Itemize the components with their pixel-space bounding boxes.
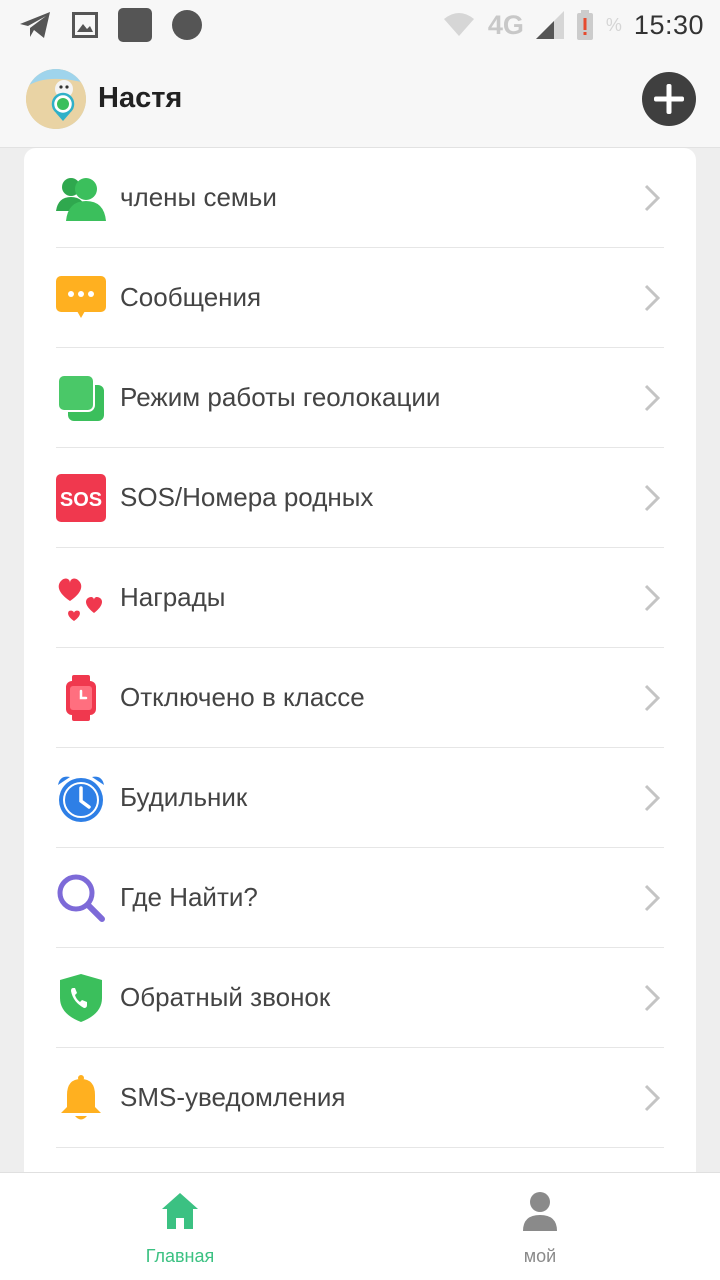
telegram-icon [18,10,52,40]
chevron-right-icon [640,383,664,413]
chevron-right-icon [640,483,664,513]
profile-icon [520,1191,560,1236]
menu-item-label: Награды [120,582,226,612]
add-button[interactable] [642,71,696,126]
battery-alert-icon [576,10,594,40]
tab-home-label: Главная [145,1246,215,1266]
menu-item-alarm[interactable]: Будильник [56,748,664,848]
search-icon [56,873,106,923]
menu-item-label: члены семьи [120,182,277,212]
signal-icon [535,11,564,39]
menu-item-label: Режим работы геолокации [120,382,441,412]
tab-profile[interactable]: мой [360,1173,720,1280]
avatar[interactable] [26,68,86,129]
settings-menu-card: члены семьи Сообщения Режим работы геоло… [24,148,696,1172]
status-bar-notifications [18,8,202,42]
menu-item-geolocation-mode[interactable]: Режим работы геолокации [56,348,664,448]
battery-percent: % [605,14,622,35]
status-bar-system: 4G % 15:30 [442,10,704,41]
menu-item-family-members[interactable]: члены семьи [56,148,664,248]
sos-icon: SOS [56,473,106,523]
tab-profile-label: мой [523,1246,557,1266]
chevron-right-icon [640,1083,664,1113]
chevron-right-icon [640,783,664,813]
hearts-icon [56,573,106,623]
status-bar: 4G % 15:30 [0,0,720,50]
chevron-right-icon [640,583,664,613]
wifi-icon [442,12,476,38]
menu-item-label: Где Найти? [120,882,258,912]
menu-item-label: Отключено в классе [120,682,365,712]
sos-icon-text: SOS [60,489,102,511]
circle-icon [172,10,202,40]
page-title: Настя [98,82,183,114]
menu-item-sos-numbers[interactable]: SOS SOS/Номера родных [56,448,664,548]
network-type: 4G [487,9,524,40]
chevron-right-icon [640,883,664,913]
menu-item-callback[interactable]: Обратный звонок [56,948,664,1048]
location-mode-icon [56,373,106,423]
bottom-navigation: Главная мой [0,1172,720,1280]
phone-shield-icon [56,973,106,1023]
watch-icon [56,673,106,723]
menu-item-label: SOS/Номера родных [120,482,374,512]
chevron-right-icon [640,283,664,313]
chat-bubble-icon [56,273,106,323]
bell-icon [56,1073,106,1123]
chevron-right-icon [640,683,664,713]
menu-item-where-to-find[interactable]: Где Найти? [56,848,664,948]
app-square-icon [118,8,152,42]
menu-item-class-mode[interactable]: Отключено в классе [56,648,664,748]
home-icon [160,1191,200,1236]
tab-home[interactable]: Главная [0,1173,360,1280]
chevron-right-icon [640,983,664,1013]
menu-item-sms-notifications[interactable]: SMS-уведомления [56,1048,664,1148]
chevron-right-icon [640,183,664,213]
alarm-clock-icon [56,773,106,823]
menu-item-label: Обратный звонок [120,982,331,1012]
menu-item-label: SMS-уведомления [120,1082,346,1112]
menu-item-messages[interactable]: Сообщения [56,248,664,348]
clock: 15:30 [633,9,704,40]
menu-item-label: Будильник [120,782,248,812]
family-members-icon [56,173,106,223]
app-header: Настя [0,50,720,148]
menu-item-label: Сообщения [120,282,262,312]
menu-item-rewards[interactable]: Награды [56,548,664,648]
gallery-icon [72,12,98,38]
